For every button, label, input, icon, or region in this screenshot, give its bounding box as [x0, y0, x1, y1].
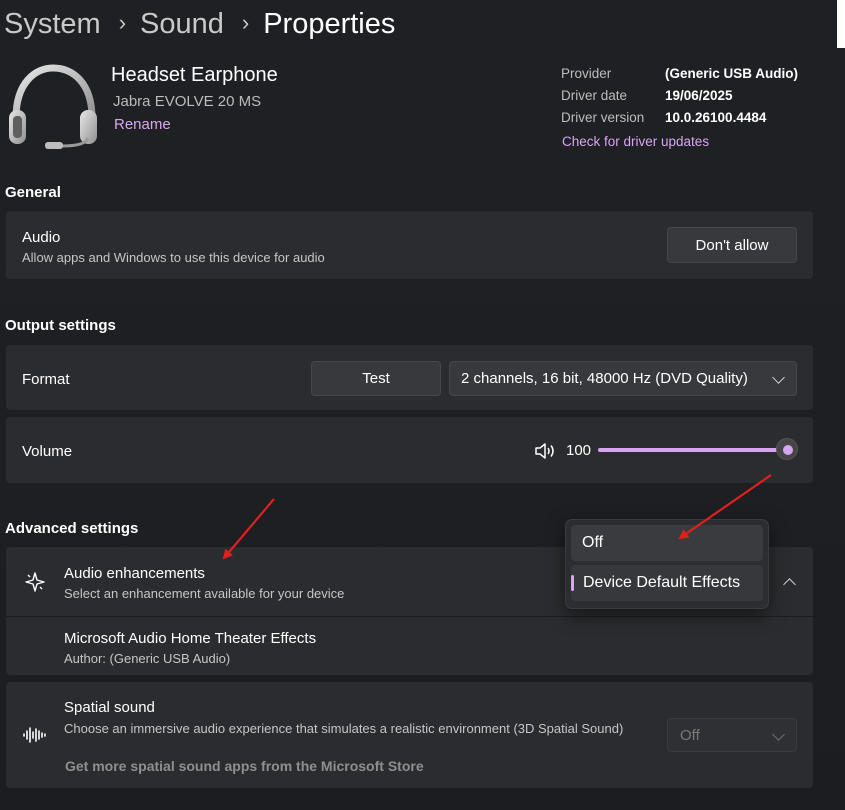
volume-value: 100 — [566, 442, 592, 459]
waveform-icon — [23, 727, 46, 743]
speaker-icon[interactable] — [534, 442, 556, 460]
driver-date-row: Driver date 19/06/2025 — [561, 88, 798, 110]
section-title-general: General — [5, 184, 61, 201]
audio-title: Audio — [22, 229, 61, 246]
spatial-sound-dropdown[interactable]: Off — [667, 718, 797, 752]
volume-slider-track[interactable] — [598, 448, 788, 452]
microsoft-store-link[interactable]: Get more spatial sound apps from the Mic… — [65, 758, 424, 774]
selection-indicator — [571, 575, 574, 591]
format-label: Format — [22, 371, 70, 388]
driver-provider-row: Provider (Generic USB Audio) — [561, 66, 798, 88]
theater-effects-title: Microsoft Audio Home Theater Effects — [64, 630, 317, 647]
volume-label: Volume — [22, 443, 73, 460]
test-button[interactable]: Test — [311, 361, 441, 396]
format-card: Format Test 2 channels, 16 bit, 48000 Hz… — [6, 345, 813, 410]
window-edge — [837, 0, 845, 48]
enhancement-menu: Off Device Default Effects — [565, 519, 769, 609]
driver-value: 19/06/2025 — [665, 88, 733, 103]
audio-enhancements-subtitle: Select an enhancement available for your… — [64, 586, 345, 601]
format-dropdown-value: 2 channels, 16 bit, 48000 Hz (DVD Qualit… — [461, 370, 748, 387]
device-model: Jabra EVOLVE 20 MS — [113, 93, 262, 110]
driver-info: Provider (Generic USB Audio) Driver date… — [561, 66, 798, 132]
breadcrumb: System › Sound › Properties — [4, 8, 395, 41]
driver-key: Driver date — [561, 88, 628, 103]
driver-key: Driver version — [561, 110, 645, 125]
slider-thumb-dot — [783, 445, 793, 455]
menu-item-device-default-effects[interactable]: Device Default Effects — [571, 565, 763, 601]
spatial-dropdown-value: Off — [680, 726, 700, 744]
headset-icon — [9, 64, 97, 149]
breadcrumb-system[interactable]: System — [4, 8, 101, 41]
driver-value: 10.0.26100.4484 — [665, 110, 767, 125]
chevron-down-icon — [772, 728, 785, 741]
check-driver-updates-link[interactable]: Check for driver updates — [562, 134, 709, 149]
theater-effects-author: Author: (Generic USB Audio) — [64, 651, 231, 666]
section-title-advanced: Advanced settings — [5, 520, 139, 537]
page-title: Properties — [263, 8, 396, 40]
theater-effects-card: Microsoft Audio Home Theater Effects Aut… — [6, 617, 813, 675]
rename-link[interactable]: Rename — [114, 116, 171, 133]
spatial-sound-subtitle: Choose an immersive audio experience tha… — [64, 721, 624, 736]
chevron-right-icon: › — [241, 9, 250, 35]
menu-item-label: Device Default Effects — [583, 574, 741, 591]
spatial-sound-title: Spatial sound — [64, 699, 155, 716]
driver-version-row: Driver version 10.0.26100.4484 — [561, 110, 798, 132]
sparkle-icon — [25, 572, 45, 592]
chevron-up-icon[interactable] — [783, 578, 796, 591]
volume-slider-thumb[interactable] — [776, 438, 798, 460]
dont-allow-button[interactable]: Don't allow — [667, 227, 797, 263]
driver-value: (Generic USB Audio) — [665, 66, 799, 81]
section-title-output: Output settings — [5, 317, 116, 334]
chevron-down-icon — [772, 371, 785, 384]
audio-enhancements-title: Audio enhancements — [64, 565, 205, 582]
menu-item-off[interactable]: Off — [571, 525, 763, 561]
driver-key: Provider — [561, 66, 612, 81]
device-name: Headset Earphone — [111, 64, 278, 86]
audio-subtitle: Allow apps and Windows to use this devic… — [22, 250, 325, 265]
chevron-right-icon: › — [118, 9, 127, 35]
audio-card: Audio Allow apps and Windows to use this… — [6, 211, 813, 279]
breadcrumb-sound[interactable]: Sound — [140, 8, 224, 41]
format-dropdown[interactable]: 2 channels, 16 bit, 48000 Hz (DVD Qualit… — [449, 361, 797, 396]
